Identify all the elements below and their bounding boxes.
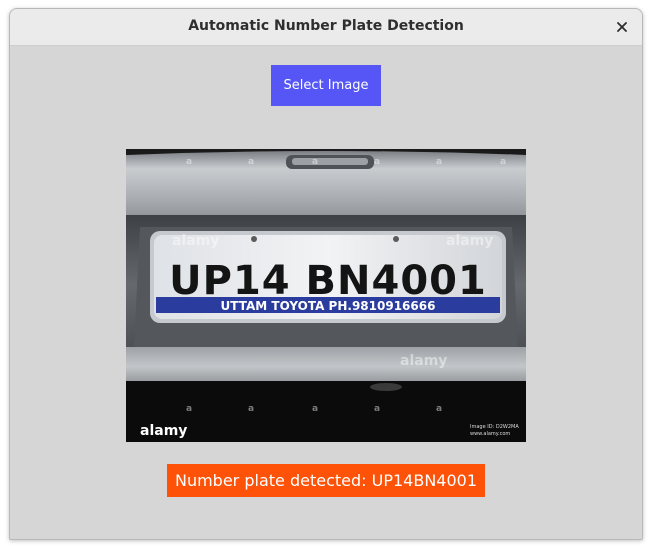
window-title: Automatic Number Plate Detection: [188, 18, 464, 34]
watermark-small: a: [248, 404, 254, 414]
watermark-text: alamy: [400, 353, 447, 369]
watermark-small: a: [374, 404, 380, 414]
close-button[interactable]: [610, 15, 634, 39]
watermark-small: a: [500, 157, 506, 167]
dealer-text: UTTAM TOYOTA PH.9810916666: [221, 299, 436, 313]
watermark-text: alamy: [172, 233, 219, 249]
app-window: Automatic Number Plate Detection Select …: [9, 8, 643, 540]
watermark-small: a: [186, 157, 192, 167]
watermark-small: a: [374, 157, 380, 167]
car-plate-image: UP14 BN4001 UTTAM TOYOTA PH.9810916666 a…: [126, 149, 526, 442]
watermark-small: a: [312, 157, 318, 167]
watermark-small: a: [436, 157, 442, 167]
title-bar: Automatic Number Plate Detection: [10, 9, 642, 46]
select-image-button[interactable]: Select Image: [271, 65, 381, 106]
alamy-logo: alamy: [140, 423, 187, 439]
watermark-small: a: [248, 157, 254, 167]
watermark-text: alamy: [446, 233, 493, 249]
result-label: Number plate detected: UP14BN4001: [167, 464, 485, 497]
close-icon: [617, 22, 627, 32]
site-text: www.alamy.com: [470, 431, 510, 437]
watermark-small: a: [436, 404, 442, 414]
watermark-small: a: [312, 404, 318, 414]
car-photo: UP14 BN4001 UTTAM TOYOTA PH.9810916666 a…: [126, 149, 526, 442]
watermark-small: a: [186, 404, 192, 414]
image-id-text: Image ID: D2W2MA: [470, 424, 519, 430]
